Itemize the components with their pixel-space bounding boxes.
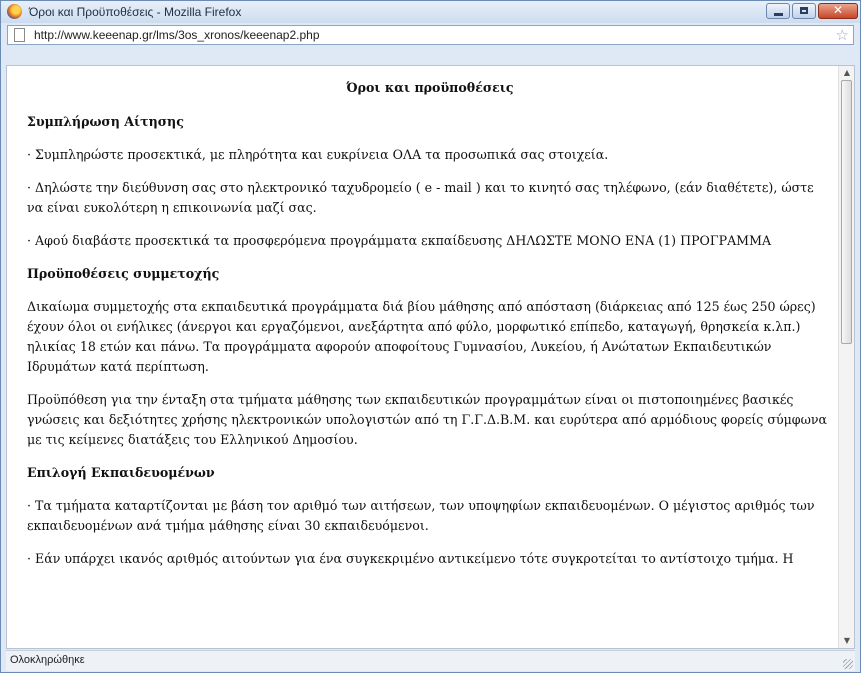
paragraph: · Εάν υπάρχει ικανός αριθμός αιτούντων γ…: [27, 551, 794, 566]
document-title: Όροι και προϋποθέσεις: [346, 80, 514, 95]
close-icon: ✕: [832, 3, 844, 17]
page-icon: [14, 28, 25, 42]
resize-grip-icon[interactable]: [843, 659, 853, 669]
close-button[interactable]: ✕: [818, 3, 858, 19]
firefox-icon: [7, 4, 22, 19]
status-text: Ολοκληρώθηκε: [10, 654, 85, 666]
vertical-scrollbar[interactable]: ▲ ▼: [838, 66, 854, 648]
document-content: Όροι και προϋποθέσεις Συμπλήρωση Αίτησης…: [27, 66, 833, 569]
paragraph: Δικαίωμα συμμετοχής στα εκπαιδευτικά προ…: [27, 299, 816, 374]
paragraph: · Δηλώστε την διεύθυνση σας στο ηλεκτρον…: [27, 180, 814, 215]
scrollbar-thumb[interactable]: [841, 80, 852, 344]
paragraph: · Τα τμήματα καταρτίζονται με βάση τον α…: [27, 498, 815, 533]
scroll-up-icon[interactable]: ▲: [842, 68, 852, 78]
window-title: Όροι και Προϋποθέσεις - Mozilla Firefox: [29, 5, 242, 19]
minimize-button[interactable]: [766, 3, 790, 19]
window-controls: ✕: [766, 3, 858, 19]
page-viewport[interactable]: Όροι και προϋποθέσεις Συμπλήρωση Αίτησης…: [6, 65, 855, 649]
browser-window: Όροι και Προϋποθέσεις - Mozilla Firefox …: [0, 0, 861, 673]
paragraph: · Συμπληρώστε προσεκτικά, με πληρότητα κ…: [27, 147, 609, 162]
address-bar[interactable]: http://www.keeenap.gr/lms/3os_xronos/kee…: [7, 25, 854, 45]
title-bar[interactable]: Όροι και Προϋποθέσεις - Mozilla Firefox …: [1, 1, 860, 23]
bookmark-star-icon[interactable]: ☆: [836, 26, 849, 44]
paragraph: · Αφού διαβάστε προσεκτικά τα προσφερόμε…: [27, 233, 772, 248]
maximize-icon: [800, 7, 808, 14]
minimize-icon: [774, 13, 783, 16]
section-heading: Συμπλήρωση Αίτησης: [27, 114, 184, 129]
paragraph: Προϋπόθεση για την ένταξη στα τμήματα μά…: [27, 392, 828, 447]
section-heading: Επιλογή Εκπαιδευομένων: [27, 465, 215, 480]
scroll-down-icon[interactable]: ▼: [842, 636, 852, 646]
section-heading: Προϋποθέσεις συμμετοχής: [27, 266, 220, 281]
status-bar: Ολοκληρώθηκε: [6, 650, 855, 671]
url-text[interactable]: http://www.keeenap.gr/lms/3os_xronos/kee…: [34, 28, 320, 42]
maximize-button[interactable]: [792, 3, 816, 19]
